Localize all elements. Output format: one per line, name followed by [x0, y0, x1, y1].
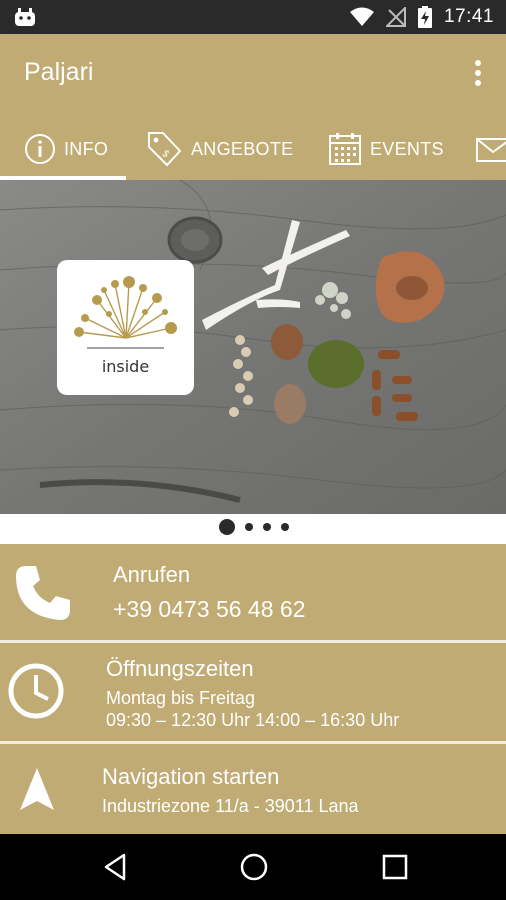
app-bar: Paljari INFO $ ANGEBOTE EVENTS	[0, 34, 506, 180]
home-icon[interactable]	[239, 852, 269, 882]
inside-logo-card: inside	[57, 260, 194, 395]
image-pager	[0, 514, 506, 544]
android-debug-icon	[15, 8, 35, 26]
tab-angebote-label: ANGEBOTE	[191, 138, 294, 159]
overflow-menu-icon[interactable]	[472, 60, 484, 90]
navigation-arrow-icon	[20, 768, 54, 810]
inside-logo-text: inside	[101, 357, 150, 376]
call-phone-number[interactable]: +39 0473 56 48 62	[113, 596, 306, 623]
tab-angebote[interactable]: $ ANGEBOTE	[145, 118, 293, 180]
back-icon[interactable]	[102, 852, 128, 882]
navigation-address: Industriezone 11/a - 39011 Lana	[102, 796, 359, 816]
opening-hours-times: 09:30 – 12:30 Uhr 14:00 – 16:30 Uhr	[106, 710, 400, 730]
tab-events[interactable]: EVENTS	[328, 118, 444, 180]
opening-hours-row[interactable]: Öffnungszeiten Montag bis Freitag 09:30 …	[0, 643, 506, 741]
opening-hours-title: Öffnungszeiten	[106, 656, 254, 681]
tab-info-label: INFO	[64, 138, 109, 159]
battery-charging-icon	[417, 6, 432, 28]
navigation-title: Navigation starten	[102, 764, 280, 789]
call-row[interactable]: Anrufen +39 0473 56 48 62	[0, 544, 506, 640]
phone-icon	[16, 566, 70, 620]
mail-icon	[476, 138, 506, 162]
info-icon	[25, 134, 55, 164]
price-tag-icon: $	[148, 132, 182, 167]
navigation-row[interactable]: Navigation starten Industriezone 11/a - …	[0, 744, 506, 834]
status-time: 17:41	[443, 6, 494, 27]
clock-icon	[8, 663, 64, 719]
pager-dot-active[interactable]	[219, 519, 235, 535]
hero-image[interactable]: inside	[0, 180, 506, 514]
calendar-icon	[329, 133, 361, 165]
tab-info[interactable]: INFO	[24, 118, 108, 180]
opening-hours-days: Montag bis Freitag	[106, 688, 256, 708]
wifi-icon	[349, 7, 374, 26]
recents-icon[interactable]	[381, 852, 409, 882]
pager-dot[interactable]	[263, 523, 271, 531]
pager-dot[interactable]	[245, 523, 253, 531]
system-navigation-bar	[0, 834, 506, 900]
tab-bar: INFO $ ANGEBOTE EVENTS	[0, 118, 506, 180]
tab-events-label: EVENTS	[370, 138, 444, 159]
tab-contact[interactable]	[476, 118, 506, 180]
inside-logo-icon	[74, 276, 177, 349]
call-title: Anrufen	[113, 562, 191, 587]
pager-dot[interactable]	[281, 523, 289, 531]
no-signal-icon	[385, 7, 406, 27]
app-title: Paljari	[24, 58, 94, 86]
status-bar: 17:41	[0, 0, 506, 34]
